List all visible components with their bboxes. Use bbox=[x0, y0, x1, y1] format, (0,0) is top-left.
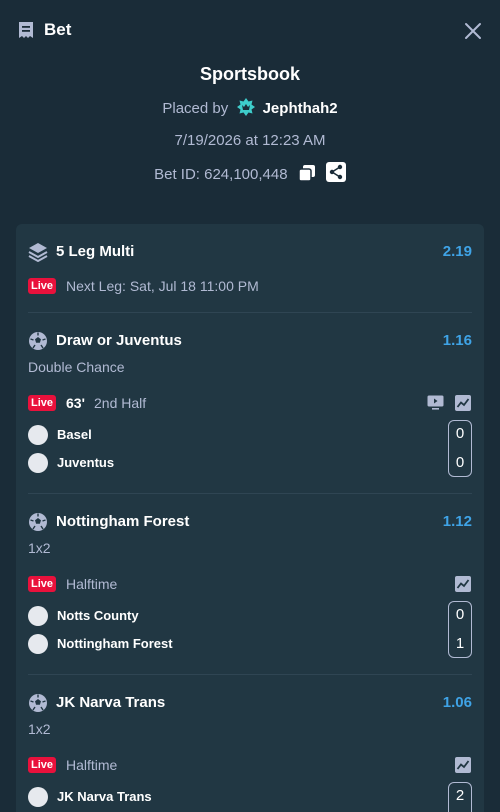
multi-odds: 2.19 bbox=[442, 243, 472, 260]
placed-by-label: Placed by bbox=[162, 100, 229, 117]
layers-icon bbox=[28, 243, 48, 262]
team-icon bbox=[28, 634, 48, 654]
live-badge: Live bbox=[28, 576, 57, 592]
team-name: JK Narva Trans bbox=[57, 789, 152, 804]
next-leg-time: Next Leg: Sat, Jul 18 11:00 PM bbox=[66, 278, 259, 294]
bet-id-row: Bet ID: 624,100,448 bbox=[0, 162, 500, 185]
team-score: 2 bbox=[455, 787, 465, 804]
bet-slip-icon bbox=[19, 22, 33, 38]
team-score: 1 bbox=[455, 635, 465, 652]
team-name: Juventus bbox=[57, 455, 115, 470]
soccer-ball-icon bbox=[29, 332, 47, 350]
share-icon[interactable] bbox=[325, 162, 346, 182]
bet-source: Sportsbook bbox=[199, 64, 300, 84]
team-icon bbox=[28, 425, 48, 445]
match-minute: 63' bbox=[66, 395, 85, 411]
soccer-ball-icon bbox=[29, 694, 47, 712]
leg-market: Double Chance bbox=[28, 359, 125, 375]
modal-title: Bet bbox=[44, 20, 72, 39]
leg-selection: Nottingham Forest bbox=[56, 513, 190, 530]
leg-selection: Draw or Juventus bbox=[56, 332, 182, 349]
bet-modal-header: Bet bbox=[0, 0, 500, 60]
chart-icon[interactable] bbox=[455, 757, 471, 773]
chart-icon[interactable] bbox=[455, 576, 471, 592]
match-period: Halftime bbox=[66, 757, 118, 773]
chart-icon[interactable] bbox=[455, 395, 471, 411]
live-badge: Live bbox=[28, 395, 57, 411]
match-period: Halftime bbox=[66, 576, 118, 592]
live-badge: Live bbox=[28, 757, 57, 773]
leg-market: 1x2 bbox=[28, 721, 51, 737]
team-score: 0 bbox=[455, 454, 465, 471]
live-badge: Live bbox=[28, 278, 57, 294]
team-icon bbox=[28, 453, 48, 473]
username-link[interactable]: Jephthah2 bbox=[263, 100, 338, 117]
multi-title: 5 Leg Multi bbox=[56, 243, 135, 260]
bet-id: Bet ID: 624,100,448 bbox=[154, 166, 288, 183]
divider bbox=[28, 674, 472, 675]
team-score: 0 bbox=[455, 606, 465, 623]
bet-details-card: 5 Leg Multi 2.19 Live Next Leg: Sat, Jul… bbox=[16, 224, 484, 812]
copy-icon[interactable] bbox=[297, 164, 316, 182]
leg-odds: 1.06 bbox=[442, 694, 472, 711]
tv-icon[interactable] bbox=[427, 395, 444, 410]
leg-selection: JK Narva Trans bbox=[56, 694, 166, 711]
leg-odds: 1.16 bbox=[442, 332, 472, 349]
placed-by: Placed by Jephthah2 bbox=[0, 97, 500, 120]
soccer-ball-icon bbox=[29, 513, 47, 531]
close-icon[interactable] bbox=[462, 20, 484, 42]
team-name: Basel bbox=[57, 427, 92, 442]
crown-icon bbox=[237, 98, 256, 116]
bet-datetime: 7/19/2026 at 12:23 AM bbox=[174, 132, 326, 149]
leg-market: 1x2 bbox=[28, 540, 51, 556]
team-icon bbox=[28, 606, 48, 626]
match-period: 2nd Half bbox=[94, 395, 147, 411]
team-name: Nottingham Forest bbox=[57, 636, 173, 651]
team-name: Notts County bbox=[57, 608, 139, 623]
leg-odds: 1.12 bbox=[442, 513, 472, 530]
divider bbox=[28, 493, 472, 494]
divider bbox=[28, 312, 472, 313]
team-icon bbox=[28, 787, 48, 807]
team-score: 0 bbox=[455, 425, 465, 442]
